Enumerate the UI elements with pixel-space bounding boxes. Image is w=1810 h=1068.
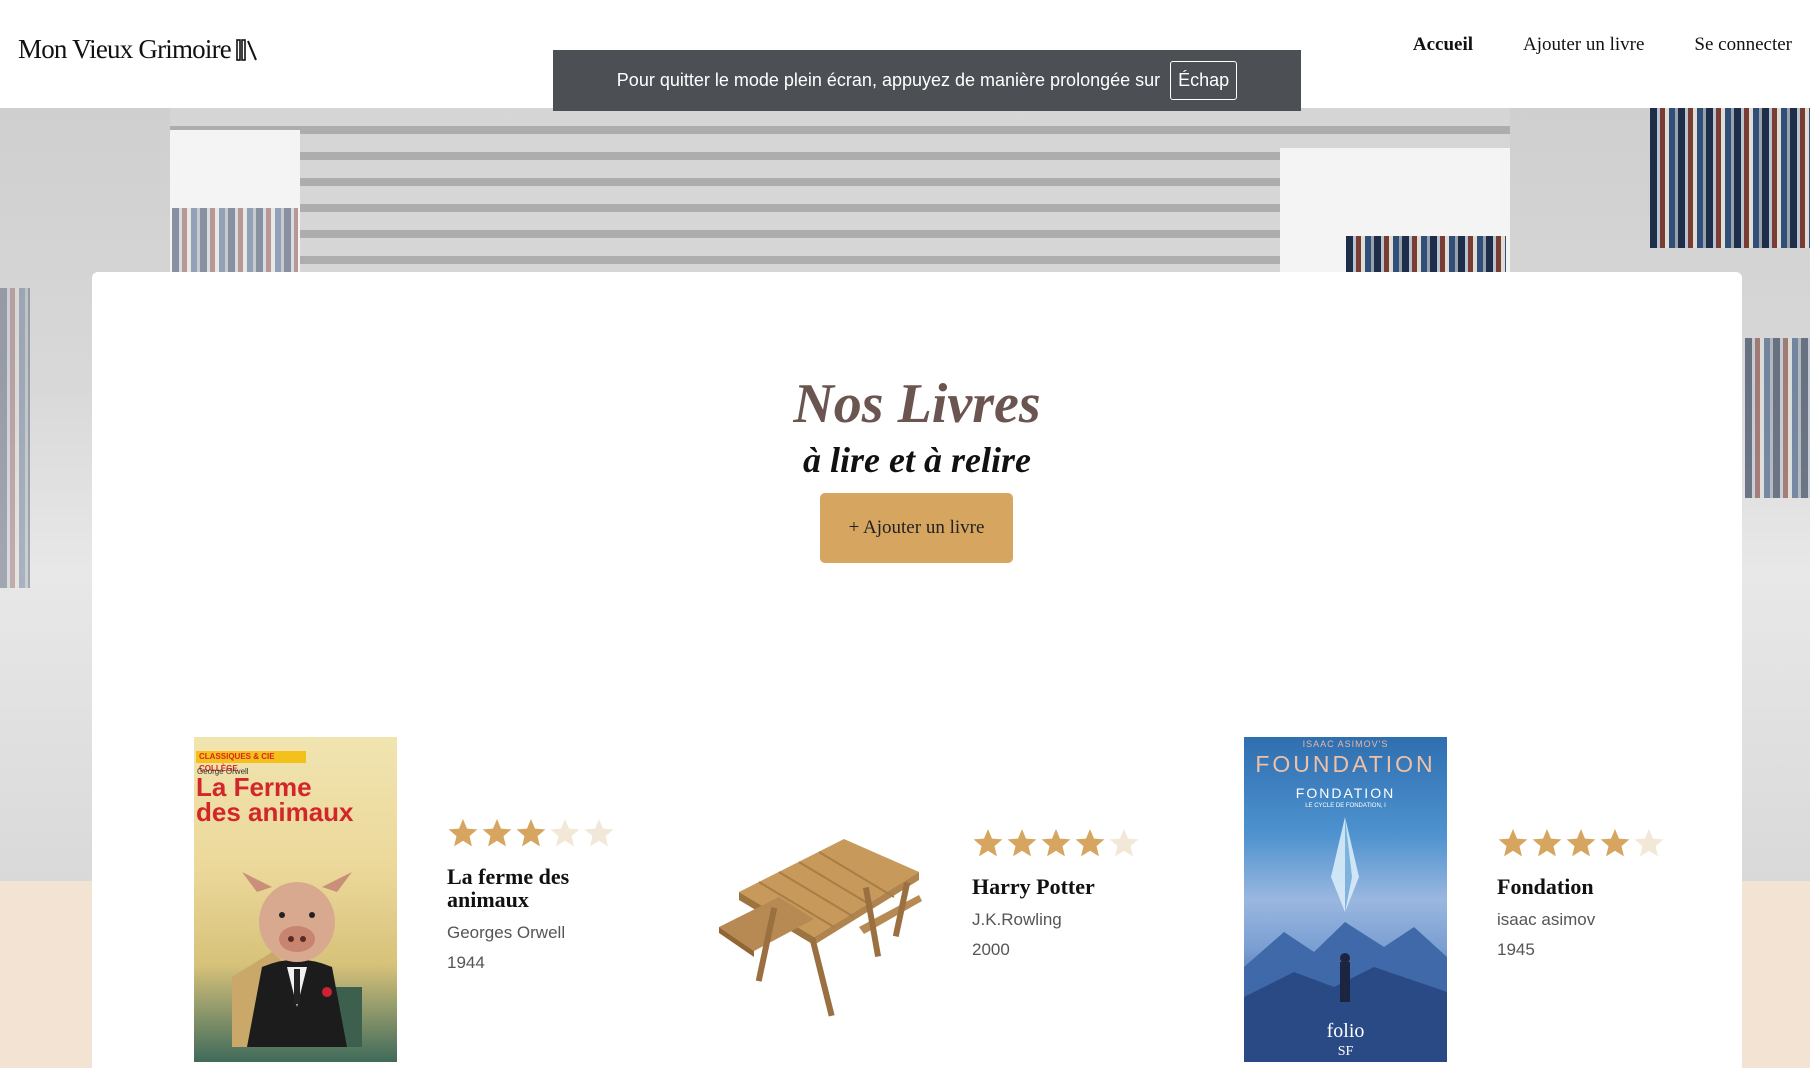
toast-message: Pour quitter le mode plein écran, appuye…	[616, 70, 1161, 90]
book-cover[interactable]: CLASSIQUES & CIE COLLÈGE George Orwell L…	[194, 737, 397, 1062]
star-empty-icon	[550, 819, 580, 847]
books-icon	[236, 38, 257, 61]
cover-publisher: folio SF	[1244, 1020, 1447, 1061]
banner-books-far-right-2	[1745, 338, 1810, 498]
star-icon	[1600, 829, 1630, 857]
picnic-bench-image	[719, 839, 922, 1017]
star-icon	[1075, 829, 1105, 857]
page-title: Nos Livres	[793, 373, 1041, 435]
cover-band: CLASSIQUES & CIE COLLÈGE	[196, 751, 306, 773]
nav-accueil[interactable]: Accueil	[1413, 34, 1473, 56]
fullscreen-toast: Pour quitter le mode plein écran, appuye…	[553, 50, 1301, 111]
star-empty-icon	[584, 819, 614, 847]
book-info: Harry Potter J.K.Rowling 2000	[972, 827, 1140, 960]
star-icon	[1041, 829, 1071, 857]
star-icon	[448, 819, 478, 847]
main-nav: Accueil Ajouter un livre Se connecter	[1413, 34, 1810, 56]
book-card[interactable]: CLASSIQUES & CIE COLLÈGE George Orwell L…	[194, 737, 615, 1062]
banner-books-far-left	[0, 288, 30, 588]
star-icon	[1498, 829, 1528, 857]
star-icon	[973, 829, 1003, 857]
pig-illustration	[232, 872, 362, 1047]
star-empty-icon	[1109, 829, 1139, 857]
star-empty-icon	[1634, 829, 1664, 857]
cover-title: La Ferme des animaux	[196, 772, 354, 827]
add-book-button[interactable]: + Ajouter un livre	[820, 493, 1013, 563]
book-cover[interactable]: ISAAC ASIMOV'S FOUNDATION FONDATION LE C…	[1244, 737, 1447, 1062]
book-year: 1944	[447, 953, 485, 972]
book-year: 2000	[972, 940, 1010, 959]
page-subtitle: à lire et à relire	[803, 440, 1031, 480]
book-card[interactable]: Harry Potter J.K.Rowling 2000	[719, 737, 1140, 1062]
book-author: isaac asimov	[1497, 910, 1596, 929]
logo-text: Mon Vieux Grimoire	[18, 34, 232, 64]
book-year: 1945	[1497, 940, 1535, 959]
star-icon	[1566, 829, 1596, 857]
toast-key: Échap	[1170, 61, 1238, 100]
rating-stars	[972, 827, 1140, 859]
book-info: Fondation isaac asimov 1945	[1497, 827, 1665, 960]
fondation-illustration	[1244, 817, 1447, 1062]
banner-books-far-right	[1650, 108, 1810, 248]
star-icon	[482, 819, 512, 847]
logo[interactable]: Mon Vieux Grimoire	[18, 34, 259, 65]
star-icon	[1532, 829, 1562, 857]
banner-books-left	[172, 208, 298, 278]
book-info: La ferme des animaux Georges Orwell 1944	[447, 817, 615, 973]
cover-publisher-name: folio	[1326, 1020, 1365, 1042]
star-icon	[516, 819, 546, 847]
book-title: La ferme des animaux	[447, 864, 570, 912]
rating-stars	[1497, 827, 1665, 859]
star-icon	[1007, 829, 1037, 857]
main-card: Nos Livres à lire et à relire + Ajouter …	[92, 272, 1742, 1068]
cover-collection: SF	[1337, 1044, 1354, 1059]
book-card[interactable]: ISAAC ASIMOV'S FOUNDATION FONDATION LE C…	[1244, 737, 1665, 1062]
book-author: Georges Orwell	[447, 923, 566, 942]
nav-ajouter-livre[interactable]: Ajouter un livre	[1523, 34, 1644, 56]
book-title: Harry Potter	[972, 874, 1095, 899]
book-author: J.K.Rowling	[972, 910, 1062, 929]
book-title: Fondation	[1497, 874, 1594, 899]
nav-se-connecter[interactable]: Se connecter	[1694, 34, 1792, 56]
rating-stars	[447, 817, 615, 849]
book-cover[interactable]	[719, 737, 922, 1062]
